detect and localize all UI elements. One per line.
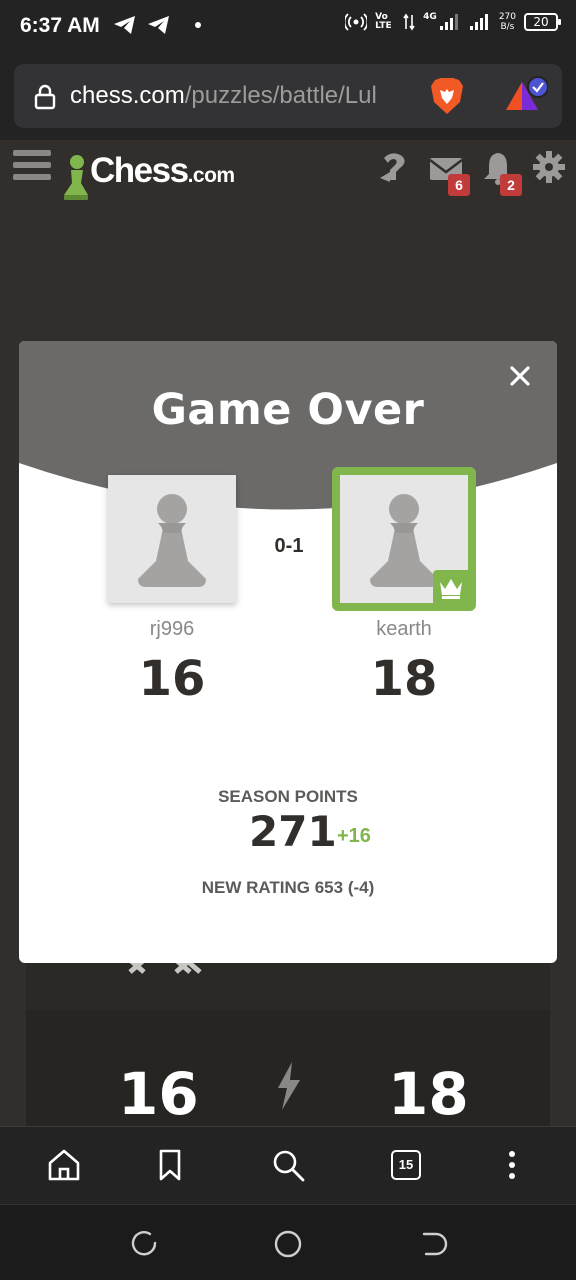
site-header: Chess.com 6 2 (0, 140, 576, 206)
messages-badge: 6 (448, 174, 470, 196)
help-icon[interactable] (376, 150, 412, 186)
messages-icon[interactable]: 6 (428, 150, 470, 196)
season-points-label: SEASON POINTS (218, 787, 358, 806)
url-text[interactable]: chess.com/puzzles/battle/Lul (70, 82, 410, 110)
right-player-avatar (332, 467, 476, 611)
lock-icon[interactable] (34, 84, 56, 110)
browser-bottom-nav: 15 (0, 1126, 576, 1204)
lightning-bolt-icon (278, 1062, 300, 1110)
back-icon[interactable] (418, 1229, 448, 1259)
bookmark-icon[interactable] (152, 1147, 188, 1183)
battery-icon: 20 (524, 13, 561, 31)
telegram-icon (114, 16, 135, 34)
home-button-icon[interactable] (273, 1229, 303, 1259)
recent-apps-icon[interactable] (130, 1229, 160, 1259)
url-domain: chess.com (70, 82, 185, 109)
telegram-icon (148, 16, 169, 34)
url-path: /puzzles/battle/Lul (184, 82, 377, 109)
browser-toolbar: chess.com/puzzles/battle/Lul (0, 54, 576, 140)
logo-main: Chess (90, 151, 189, 190)
notifications-badge: 2 (500, 174, 522, 196)
right-player-name[interactable]: kearth (304, 618, 504, 641)
status-system-icons: Vo LTE 4G 270 B/s 20 (345, 12, 561, 32)
logo-text: Chess.com (90, 146, 235, 201)
network-type-label: 4G (423, 12, 437, 22)
game-over-modal: Game Over 0-1 rj996 kearth 16 18 SEASON … (19, 341, 557, 963)
network-speed: 270 B/s (499, 12, 516, 32)
tabs-button[interactable]: 15 (391, 1150, 421, 1180)
notifications-icon[interactable]: 2 (480, 150, 522, 196)
season-points-delta: +16 (337, 825, 371, 847)
new-rating: NEW RATING 653 (-4) (201, 878, 375, 897)
signal-icon (469, 14, 488, 30)
volte-label: Vo LTE (375, 12, 392, 31)
right-player-score: 18 (370, 651, 438, 707)
more-menu-icon[interactable] (494, 1147, 530, 1183)
left-player-score: 16 (138, 651, 206, 707)
background-right-score: 18 (388, 1060, 469, 1128)
left-player-name[interactable]: rj996 (72, 618, 272, 641)
season-points-value: 271 (249, 807, 337, 856)
home-icon[interactable] (46, 1147, 82, 1183)
search-icon[interactable] (270, 1147, 306, 1183)
chess-logo[interactable]: Chess.com (62, 146, 235, 201)
status-bar: 6:37 AM Vo LTE 4G 270 B/s 20 (0, 0, 576, 54)
system-navigation-bar (0, 1204, 576, 1280)
header-icons: 6 2 (376, 150, 568, 196)
status-notification-icons (113, 15, 201, 35)
winner-crown-badge (433, 570, 469, 604)
background-left-score: 16 (118, 1060, 199, 1128)
hotspot-icon (345, 13, 368, 31)
game-result: 0-1 (274, 535, 304, 557)
left-player-avatar (108, 475, 236, 603)
network-speed-value: 270 (498, 12, 516, 22)
signal-icon (439, 14, 458, 30)
brave-rewards-icon[interactable] (504, 76, 548, 116)
logo-suffix: .com (187, 164, 236, 187)
pawn-avatar-icon (138, 494, 206, 587)
pawn-logo-icon (64, 155, 88, 200)
settings-gear-icon[interactable] (532, 150, 568, 186)
url-bar[interactable]: chess.com/puzzles/battle/Lul (14, 64, 562, 128)
crown-icon (440, 579, 462, 599)
brave-shields-icon[interactable] (429, 76, 465, 116)
network-speed-unit: B/s (500, 22, 515, 32)
menu-icon[interactable] (13, 150, 51, 184)
notification-dot-icon (195, 22, 201, 28)
status-time: 6:37 AM (20, 14, 100, 37)
data-arrows-icon (403, 13, 415, 31)
modal-title: Game Over (151, 385, 425, 435)
